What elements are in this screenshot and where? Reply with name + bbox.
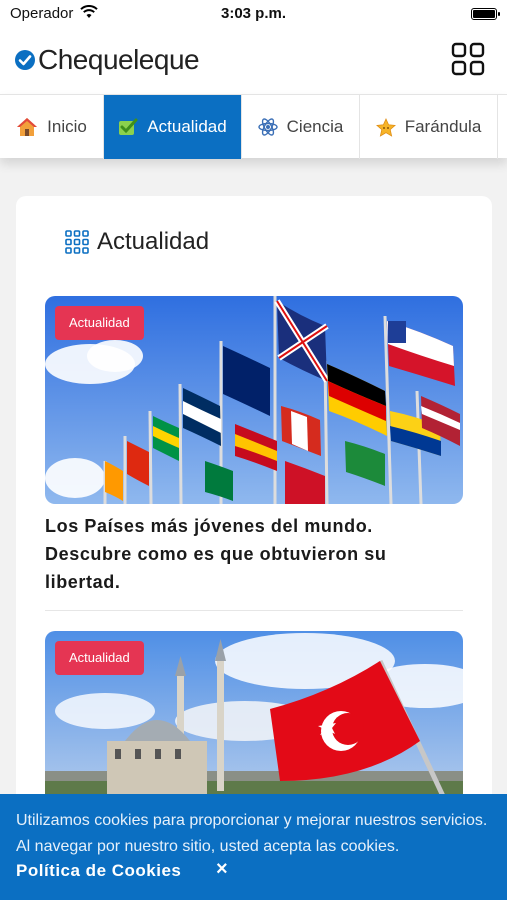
logo-check-icon xyxy=(15,50,35,70)
category-badge[interactable]: Actualidad xyxy=(55,641,144,675)
apps-icon xyxy=(65,230,89,254)
tab-farandula[interactable]: Farándula xyxy=(360,95,498,159)
logo-text: Chequeleque xyxy=(38,44,200,75)
tab-label: Actualidad xyxy=(147,117,227,136)
app-header: Chequeleque xyxy=(0,28,507,94)
tab-actualidad[interactable]: Actualidad xyxy=(104,95,242,159)
atom-icon xyxy=(257,117,278,137)
article-item[interactable]: Actualidad Los Países más jóvenes del mu… xyxy=(45,296,463,596)
home-icon xyxy=(16,117,38,137)
section-title: Actualidad xyxy=(97,228,210,255)
cookie-message: Utilizamos cookies para proporcionar y m… xyxy=(16,812,488,855)
divider xyxy=(45,610,463,611)
tab-inicio[interactable]: Inicio xyxy=(0,95,104,159)
close-icon[interactable]: × xyxy=(216,858,228,881)
category-tabs: Inicio Actualidad Ciencia Farándula xyxy=(0,94,507,159)
category-badge[interactable]: Actualidad xyxy=(55,306,144,340)
grid-icon xyxy=(451,42,485,76)
status-bar: Operador 3:03 p.m. xyxy=(0,0,507,28)
tab-label: Farándula xyxy=(404,117,482,136)
section-header: Actualidad xyxy=(65,228,209,256)
menu-grid-button[interactable] xyxy=(451,42,485,76)
battery-icon xyxy=(471,8,500,20)
tab-label: Ciencia xyxy=(286,117,344,136)
star-icon xyxy=(375,117,396,137)
article-headline[interactable]: Los Países más jóvenes del mundo. Descub… xyxy=(45,512,445,596)
clock: 3:03 p.m. xyxy=(220,5,287,22)
logo[interactable]: Chequeleque xyxy=(14,44,200,76)
tab-label: Inicio xyxy=(47,117,87,136)
check-icon xyxy=(118,118,138,136)
tab-ciencia[interactable]: Ciencia xyxy=(242,95,360,159)
article-image[interactable]: Actualidad xyxy=(45,296,463,504)
cookie-banner: Utilizamos cookies para proporcionar y m… xyxy=(0,794,507,900)
cookie-policy-link[interactable]: Política de Cookies xyxy=(16,861,181,881)
